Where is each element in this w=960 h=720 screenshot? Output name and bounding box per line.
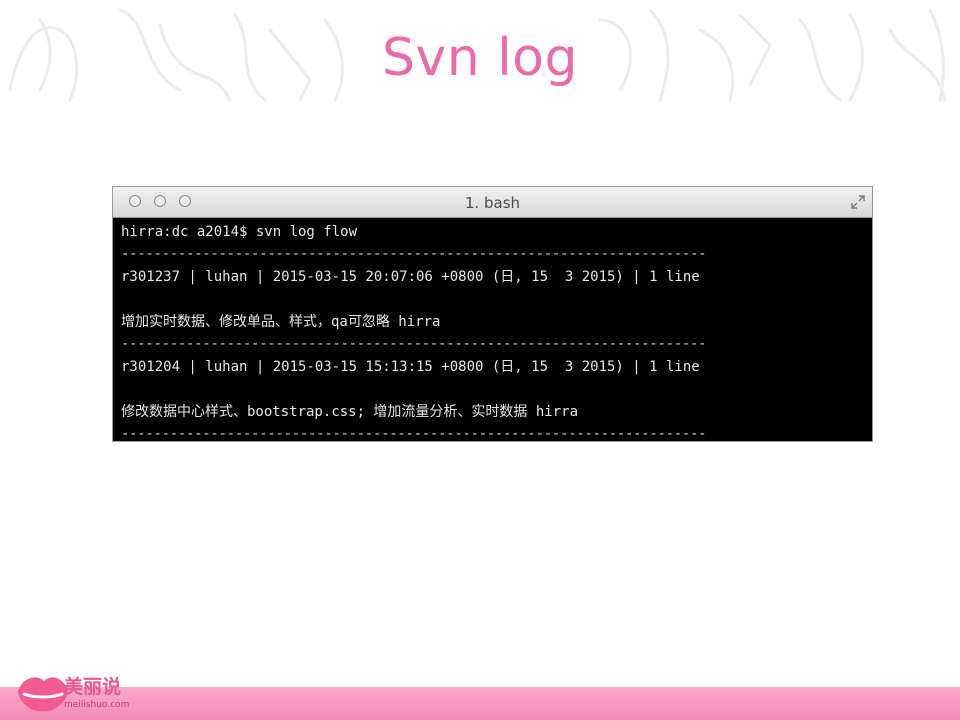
terminal-line-revision: r301204 | luhan | 2015-03-15 15:13:15 +0… — [121, 359, 700, 375]
terminal-line-separator: ----------------------------------------… — [121, 426, 707, 442]
resize-icon[interactable] — [850, 194, 866, 210]
terminal-titlebar: 1. bash — [113, 187, 872, 218]
brand-url: meilishuo.com — [64, 700, 130, 710]
terminal-line-message: 修改数据中心样式、bootstrap.css; 增加流量分析、实时数据 hirr… — [121, 404, 579, 420]
terminal-line-separator: ----------------------------------------… — [121, 246, 707, 262]
slide-title: Svn log — [381, 28, 579, 88]
terminal-window: 1. bash hirra:dc a2014$ svn log flow ---… — [112, 186, 873, 442]
terminal-line-message: 增加实时数据、修改单品、样式，qa可忽略 hirra — [121, 314, 441, 330]
window-title: 1. bash — [464, 194, 521, 212]
terminal-line-prompt: hirra:dc a2014$ svn log flow — [121, 224, 358, 240]
brand-name: 美丽说 — [64, 676, 122, 698]
footer-bar — [0, 687, 960, 720]
terminal-line-separator: ----------------------------------------… — [121, 336, 707, 352]
terminal-output: hirra:dc a2014$ svn log flow -----------… — [121, 220, 872, 441]
terminal-line-revision: r301237 | luhan | 2015-03-15 20:07:06 +0… — [121, 269, 700, 285]
